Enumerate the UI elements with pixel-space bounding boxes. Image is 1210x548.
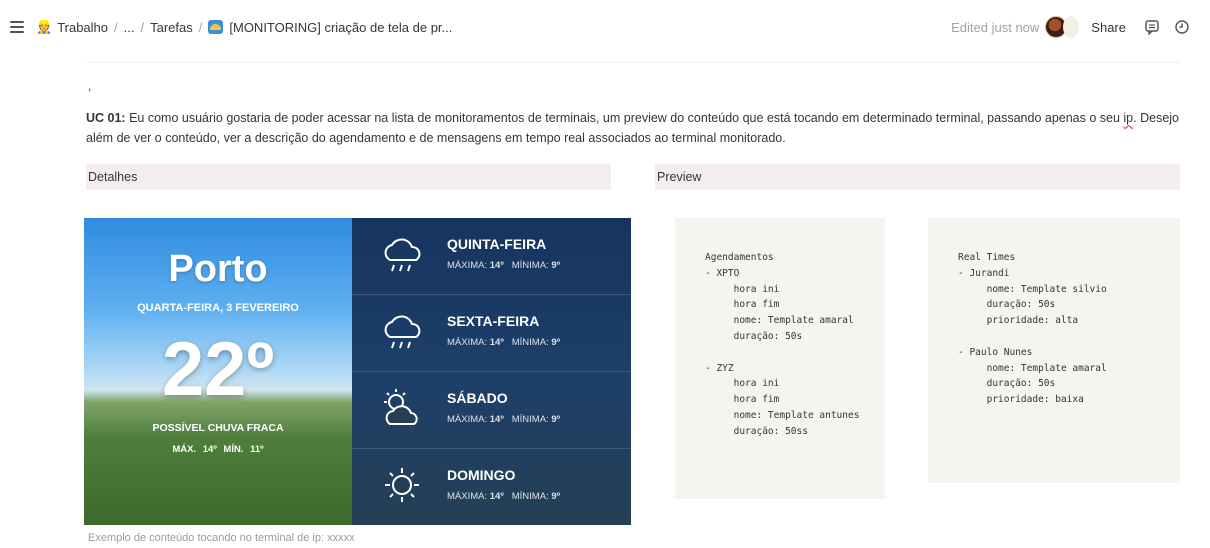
image-caption: Exemplo de conteúdo tocando no terminal … (88, 532, 355, 544)
breadcrumb-separator: / (140, 19, 145, 35)
weather-condition: POSSÍVEL CHUVA FRACA (152, 422, 284, 434)
weather-forecast: QUINTA-FEIRA MÁXIMA: 14º MÍNIMA: 9º SEXT… (352, 218, 631, 525)
weather-date: QUARTA-FEIRA, 3 FEVEREIRO (137, 302, 299, 314)
use-case-label: UC 01: (86, 111, 126, 125)
weather-city: Porto (168, 248, 268, 290)
edited-status: Edited just now (951, 19, 1040, 35)
forecast-day-name: SÁBADO (447, 390, 508, 406)
use-case-ip: ip (1123, 111, 1134, 125)
breadcrumb-item-ellipsis[interactable]: ... (124, 20, 135, 35)
avatar-secondary[interactable] (1063, 16, 1080, 38)
forecast-day: QUINTA-FEIRA MÁXIMA: 14º MÍNIMA: 9º (352, 218, 631, 295)
stray-text: , (88, 79, 92, 93)
clock-history-icon[interactable] (1174, 19, 1190, 35)
forecast-day: DOMINGO MÁXIMA: 14º MÍNIMA: 9º (352, 449, 631, 525)
breadcrumb: 👷 Trabalho / ... / Tarefas / [MONITORING… (36, 19, 452, 35)
rain-cloud-icon (384, 238, 421, 272)
forecast-day: SÁBADO MÁXIMA: 14º MÍNIMA: 9º (352, 372, 631, 449)
top-bar: 👷 Trabalho / ... / Tarefas / [MONITORING… (0, 0, 1210, 54)
use-case-paragraph: UC 01: Eu como usuário gostaria de poder… (86, 108, 1186, 148)
person-emoji-icon: 👷 (36, 19, 53, 34)
breadcrumb-item-trabalho[interactable]: Trabalho (57, 20, 108, 35)
code-block-agendamentos[interactable]: Agendamentos - XPTO hora ini hora fim no… (675, 218, 885, 499)
partly-sunny-icon (384, 389, 418, 425)
breadcrumb-separator: / (114, 19, 118, 35)
breadcrumb-item-tarefas[interactable]: Tarefas (150, 20, 193, 35)
sun-icon (385, 468, 419, 502)
page-sunrise-icon (208, 20, 224, 34)
share-button[interactable]: Share (1091, 20, 1126, 35)
column-header-detalhes: Detalhes (86, 164, 611, 190)
forecast-day-minmax: MÁXIMA: 14º MÍNIMA: 9º (447, 260, 561, 271)
weather-temperature: 22º (161, 327, 275, 412)
rain-cloud-icon (384, 315, 421, 349)
column-header-preview: Preview (655, 164, 1180, 190)
forecast-day-name: SEXTA-FEIRA (447, 313, 540, 329)
forecast-day-name: QUINTA-FEIRA (447, 236, 547, 252)
forecast-day-minmax: MÁXIMA: 14º MÍNIMA: 9º (447, 491, 561, 502)
forecast-day-minmax: MÁXIMA: 14º MÍNIMA: 9º (447, 337, 561, 348)
weather-current: Porto QUARTA-FEIRA, 3 FEVEREIRO 22º POSS… (84, 218, 352, 525)
comments-icon[interactable] (1144, 19, 1160, 35)
breadcrumb-item-current-page[interactable]: [MONITORING] criação de tela de pr... (229, 20, 452, 35)
use-case-text-1: Eu como usuário gostaria de poder acessa… (125, 111, 1124, 125)
forecast-day: SEXTA-FEIRA MÁXIMA: 14º MÍNIMA: 9º (352, 295, 631, 372)
weather-preview-image: Porto QUARTA-FEIRA, 3 FEVEREIRO 22º POSS… (84, 218, 631, 525)
weather-minmax: MÁX. 14º MÍN. 11º (172, 444, 264, 455)
breadcrumb-separator: / (198, 19, 203, 35)
menu-icon[interactable] (10, 21, 24, 33)
code-block-realtimes[interactable]: Real Times - Jurandi nome: Template silv… (928, 218, 1180, 483)
forecast-day-name: DOMINGO (447, 467, 516, 483)
header-divider (86, 62, 1180, 63)
forecast-day-minmax: MÁXIMA: 14º MÍNIMA: 9º (447, 414, 561, 425)
